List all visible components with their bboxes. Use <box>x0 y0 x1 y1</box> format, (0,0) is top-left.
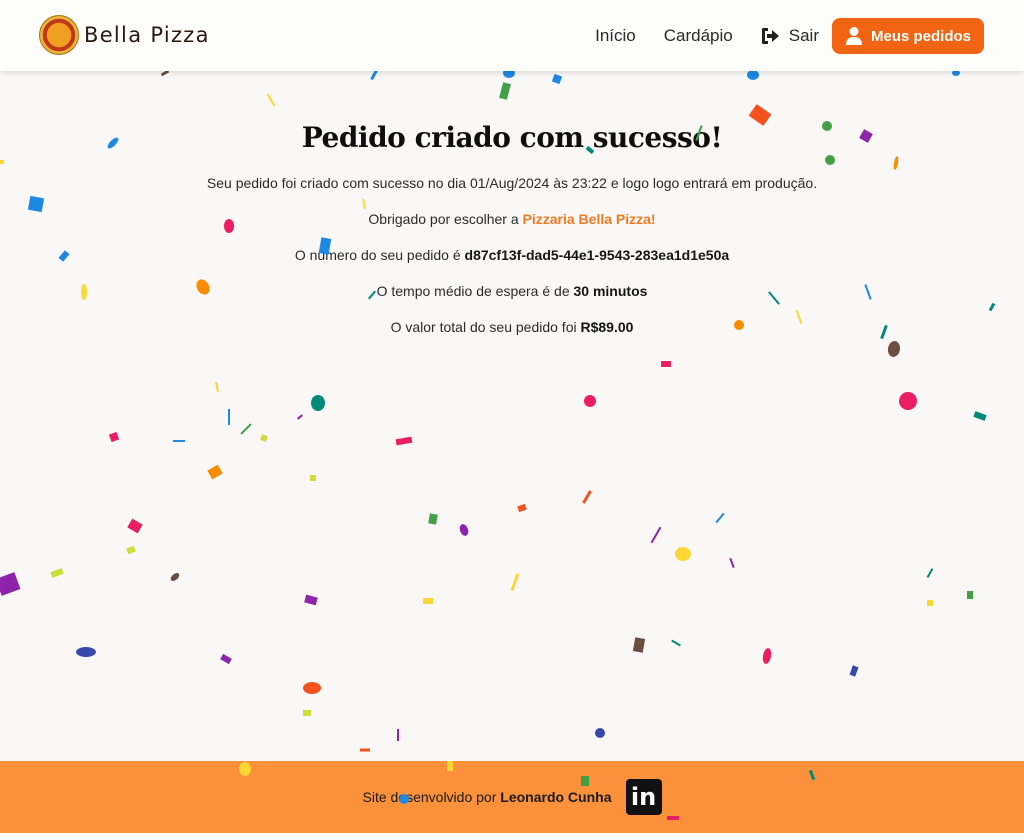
confetti-piece <box>220 653 232 665</box>
confetti-piece <box>50 568 64 578</box>
confetti-piece <box>297 414 303 420</box>
confetti-piece <box>967 591 973 599</box>
confetti-piece <box>675 547 691 561</box>
confetti-piece <box>715 512 725 524</box>
confetti-piece <box>887 341 901 357</box>
confetti-piece <box>304 594 318 606</box>
created-date: 01/Aug/2024 às 23:22 <box>469 175 607 191</box>
top-navbar: Bella Pizza Início Cardápio Sair Meus pe… <box>0 0 1024 71</box>
confetti-piece <box>729 557 735 569</box>
pizza-logo-icon <box>39 15 79 55</box>
thanks-prefix: Obrigado por escolher a <box>368 211 523 227</box>
brand[interactable]: Bella Pizza <box>39 15 210 55</box>
order-id: d87cf13f-dad5-44e1-9543-283ea1d1e50a <box>464 247 730 263</box>
confetti-piece <box>395 436 413 446</box>
confetti-piece <box>260 434 268 442</box>
confetti-piece <box>428 513 438 525</box>
confetti-piece <box>215 381 219 393</box>
confetti-piece <box>927 600 933 606</box>
thanks-brand: Pizzaria Bella Pizza! <box>522 211 656 227</box>
confetti-piece <box>899 392 917 410</box>
confetti-piece <box>170 573 180 581</box>
nav-home-link[interactable]: Início <box>595 26 636 46</box>
sign-out-icon <box>761 28 779 44</box>
confetti-piece <box>127 518 143 534</box>
confetti-piece <box>517 503 527 513</box>
created-prefix: Seu pedido foi criado com sucesso no dia <box>206 175 470 191</box>
confetti-piece <box>595 728 605 738</box>
credit-prefix: Site desenvolvido por <box>362 789 501 805</box>
confetti-piece <box>126 545 136 555</box>
order-number-message: O número do seu pedido é d87cf13f-dad5-4… <box>0 246 1024 264</box>
wait-prefix: O tempo médio de espera é de <box>376 283 574 299</box>
confetti-piece <box>228 409 230 425</box>
confetti-piece <box>973 411 987 421</box>
total-value: R$89.00 <box>580 319 634 335</box>
created-suffix: e logo logo entrará em produção. <box>606 175 818 191</box>
confetti-piece <box>303 710 311 716</box>
page-title: Pedido criado com sucesso! <box>301 121 723 154</box>
wait-time-message: O tempo médio de espera é de 30 minutos <box>0 282 1024 300</box>
confetti-piece <box>240 423 252 435</box>
confetti-piece <box>459 524 469 536</box>
confetti-piece <box>423 598 433 604</box>
confetti-piece <box>0 572 21 596</box>
confetti-piece <box>303 682 321 694</box>
order-prefix: O número do seu pedido é <box>294 247 465 263</box>
linkedin-icon[interactable]: in <box>625 779 662 815</box>
nav-menu-link[interactable]: Cardápio <box>664 26 733 46</box>
confetti-piece <box>582 490 592 504</box>
confetti-piece <box>108 431 120 443</box>
brand-name: Bella Pizza <box>84 23 210 47</box>
my-orders-button[interactable]: Meus pedidos <box>831 18 984 54</box>
confetti-piece <box>632 637 646 653</box>
thanks-message: Obrigado por escolher a Pizzaria Bella P… <box>0 210 1024 228</box>
total-message: O valor total do seu pedido foi R$89.00 <box>0 318 1024 336</box>
logout-button[interactable]: Sair <box>761 26 819 46</box>
confetti-piece <box>584 395 596 407</box>
confetti-piece <box>360 748 370 752</box>
footer-credit: Site desenvolvido por Leonardo Cunha <box>363 789 612 805</box>
confetti-piece <box>510 573 520 591</box>
confetti-piece <box>926 568 934 578</box>
total-prefix: O valor total do seu pedido foi <box>390 319 581 335</box>
user-icon <box>845 27 862 45</box>
confetti-piece <box>311 395 325 411</box>
logout-label: Sair <box>788 26 819 45</box>
confetti-piece <box>207 464 223 480</box>
confetti-piece <box>397 729 399 741</box>
wait-time: 30 minutos <box>573 283 648 299</box>
my-orders-label: Meus pedidos <box>870 27 971 45</box>
main-nav: Início Cardápio Sair Meus pedidos <box>595 18 984 54</box>
confetti-piece <box>849 665 859 677</box>
confetti-piece <box>661 361 671 367</box>
created-message: Seu pedido foi criado com sucesso no dia… <box>0 174 1024 192</box>
confetti-piece <box>173 440 185 442</box>
confetti-piece <box>650 526 662 544</box>
confetti-piece <box>76 647 96 657</box>
confetti-piece <box>671 639 681 647</box>
confetti-piece <box>762 648 772 664</box>
order-confirmation: Pedido criado com sucesso! Seu pedido fo… <box>0 71 1024 336</box>
confetti-piece <box>310 475 316 481</box>
footer: Site desenvolvido por Leonardo Cunha in <box>0 761 1024 833</box>
author-name: Leonardo Cunha <box>500 789 612 805</box>
